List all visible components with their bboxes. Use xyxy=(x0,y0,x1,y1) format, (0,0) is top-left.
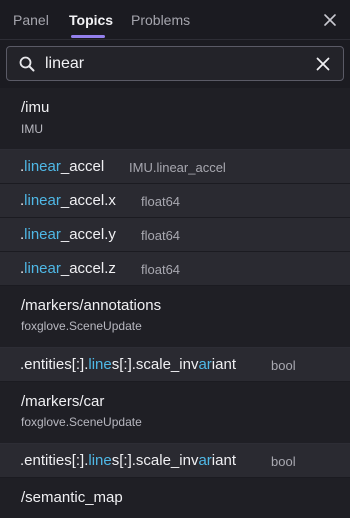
field-path: .linear_accel.z xyxy=(20,260,116,277)
field-path: .linear_accel.x xyxy=(20,192,116,209)
field-type: float64 xyxy=(141,228,181,243)
field-type: IMU.linear_accel xyxy=(129,160,226,175)
field-row[interactable]: .entities[:].lines[:].scale_invariant bo… xyxy=(0,348,350,382)
search-icon xyxy=(19,56,35,72)
topic-row[interactable]: /semantic_map xyxy=(0,478,350,518)
search-box xyxy=(6,46,344,81)
topic-name: /markers/annotations xyxy=(21,297,162,314)
tab-panel[interactable]: Panel xyxy=(13,12,49,28)
tab-bar: Panel Topics Problems xyxy=(0,0,350,40)
topic-type: IMU xyxy=(21,122,43,136)
field-row[interactable]: .linear_accel.y float64 xyxy=(0,218,350,252)
search-input[interactable] xyxy=(45,53,295,75)
topic-name: /markers/car xyxy=(21,393,105,410)
field-path: .linear_accel xyxy=(20,158,105,175)
search-area xyxy=(0,40,350,87)
active-tab-indicator xyxy=(71,35,105,38)
field-row[interactable]: .linear_accel.z float64 xyxy=(0,252,350,286)
field-type: float64 xyxy=(141,194,181,209)
topic-type: foxglove.SceneUpdate xyxy=(21,415,142,429)
field-row[interactable]: .linear_accel IMU.linear_accel xyxy=(0,150,350,184)
tab-topics[interactable]: Topics xyxy=(69,12,113,28)
topic-name: /imu xyxy=(21,99,50,116)
topic-row[interactable]: /imu IMU xyxy=(0,88,350,150)
field-type: float64 xyxy=(141,262,181,277)
topic-name: /semantic_map xyxy=(21,489,123,506)
field-type: bool xyxy=(271,454,296,469)
field-row[interactable]: .entities[:].lines[:].scale_invariant bo… xyxy=(0,444,350,478)
topic-type: foxglove.SceneUpdate xyxy=(21,319,142,333)
tab-problems[interactable]: Problems xyxy=(131,12,190,28)
field-type: bool xyxy=(271,358,296,373)
field-path: .entities[:].lines[:].scale_invariant xyxy=(20,356,236,373)
close-icon[interactable] xyxy=(320,10,340,30)
topic-row[interactable]: /markers/annotations foxglove.SceneUpdat… xyxy=(0,286,350,348)
field-row[interactable]: .linear_accel.x float64 xyxy=(0,184,350,218)
clear-search-icon[interactable] xyxy=(315,56,331,72)
field-path: .linear_accel.y xyxy=(20,226,116,243)
field-path: .entities[:].lines[:].scale_invariant xyxy=(20,452,236,469)
topic-row[interactable]: /markers/car foxglove.SceneUpdate xyxy=(0,382,350,444)
